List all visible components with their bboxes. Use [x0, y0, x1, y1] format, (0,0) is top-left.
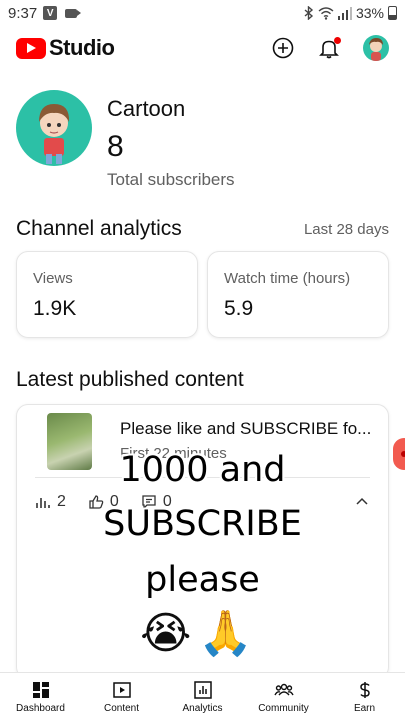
bluetooth-icon — [304, 6, 314, 20]
video-camera-icon — [65, 8, 82, 18]
nav-analytics[interactable]: Analytics — [162, 673, 243, 720]
nav-community[interactable]: Community — [243, 673, 324, 720]
channel-name: Cartoon — [107, 96, 186, 121]
subscriber-label: Total subscribers — [107, 170, 235, 189]
notification-dot — [334, 37, 341, 44]
nav-content[interactable]: Content — [81, 673, 162, 720]
nav-earn-label: Earn — [353, 702, 376, 714]
status-bar: 9:37 V 33% — [0, 0, 405, 26]
watch-time-card[interactable]: Watch time (hours) 5.9 — [207, 251, 389, 338]
nav-community-label: Community — [258, 702, 309, 714]
nav-dashboard[interactable]: Dashboard — [0, 673, 81, 720]
notifications-button[interactable] — [317, 36, 341, 60]
praying-hands-emoji-icon: 🙏 — [198, 609, 253, 658]
app-name: Studio — [49, 35, 115, 60]
content-icon — [112, 681, 131, 698]
add-circle-icon — [272, 37, 294, 59]
channel-summary: Cartoon 8 Total subscribers — [16, 90, 235, 190]
views-label: Views — [33, 270, 73, 287]
create-button[interactable] — [271, 36, 295, 60]
video-title[interactable]: Please like and SUBSCRIBE fo... — [120, 419, 382, 439]
subscriber-count: 8 — [107, 130, 124, 163]
avatar-icon — [369, 38, 383, 61]
wifi-icon — [318, 6, 334, 20]
overlay-text-line2: SUBSCRIBE — [103, 504, 302, 544]
crying-emoji-icon: 😭 — [140, 609, 192, 658]
overlay-text-line1: 1000 and — [119, 450, 286, 490]
account-avatar[interactable] — [363, 35, 389, 61]
views-card[interactable]: Views 1.9K — [16, 251, 198, 338]
nav-analytics-label: Analytics — [182, 702, 223, 714]
app-header: Studio — [0, 30, 405, 66]
analytics-heading: Channel analytics — [16, 217, 182, 240]
dashboard-icon — [32, 681, 49, 698]
dollar-icon — [359, 681, 370, 698]
views-value: 1.9K — [33, 297, 77, 320]
analytics-icon — [193, 680, 212, 699]
cartoon-avatar-icon — [39, 104, 70, 164]
nav-content-label: Content — [103, 702, 140, 714]
watch-time-value: 5.9 — [224, 297, 254, 320]
battery-icon — [388, 6, 397, 20]
nav-dashboard-label: Dashboard — [16, 702, 65, 714]
battery-percent: 33% — [355, 5, 384, 21]
channel-avatar[interactable] — [16, 90, 92, 166]
analytics-period: Last 28 days — [303, 221, 389, 238]
youtube-studio-logo[interactable]: Studio — [16, 35, 115, 61]
app-badge-icon: V — [43, 6, 58, 20]
signal-icon — [337, 6, 352, 20]
nav-earn[interactable]: Earn — [324, 673, 405, 720]
overlay-text-line3: please — [145, 560, 260, 600]
youtube-logo-icon — [16, 37, 46, 59]
latest-content-heading: Latest published content — [16, 368, 244, 391]
status-time: 9:37 — [8, 4, 38, 22]
watch-time-label: Watch time (hours) — [224, 270, 351, 287]
bottom-navigation: Dashboard Content Analytics Community Ea… — [0, 672, 405, 720]
community-icon — [273, 683, 294, 695]
